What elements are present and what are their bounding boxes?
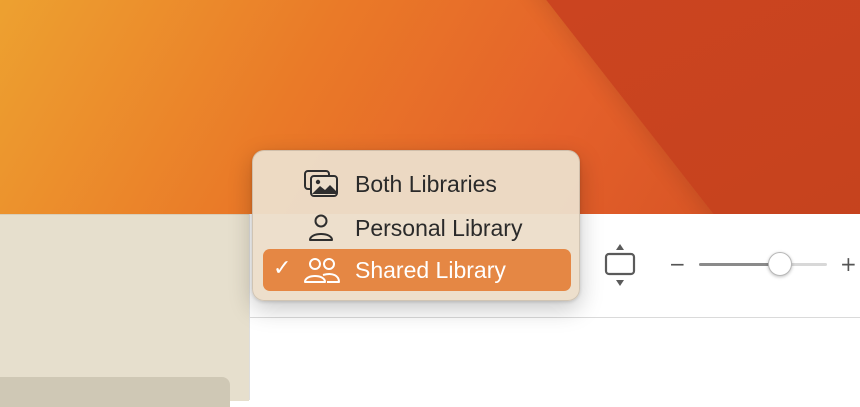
- menu-item-shared-library[interactable]: ✓ Shared Library: [263, 249, 571, 291]
- library-dropdown-menu: Both Libraries Personal Library ✓ Shared…: [252, 150, 580, 301]
- zoom-out-button[interactable]: −: [669, 252, 686, 276]
- fit-to-window-button[interactable]: [602, 242, 638, 288]
- sidebar-selected-row[interactable]: [0, 377, 230, 407]
- fit-to-window-icon: [604, 244, 636, 286]
- menu-item-personal-library[interactable]: Personal Library: [263, 207, 571, 249]
- menu-item-label: Personal Library: [355, 215, 523, 241]
- menu-item-both-libraries[interactable]: Both Libraries: [263, 163, 571, 205]
- menu-item-label: Shared Library: [355, 257, 506, 283]
- sidebar: [0, 214, 249, 407]
- zoom-slider-thumb[interactable]: [767, 252, 792, 276]
- zoom-slider[interactable]: [697, 252, 829, 276]
- zoom-in-button[interactable]: +: [840, 252, 857, 276]
- checkmark-icon: ✓: [273, 256, 292, 281]
- photo-stack-icon: [303, 169, 341, 199]
- two-people-icon: [303, 255, 341, 285]
- person-icon: [303, 213, 341, 243]
- menu-item-label: Both Libraries: [355, 171, 497, 197]
